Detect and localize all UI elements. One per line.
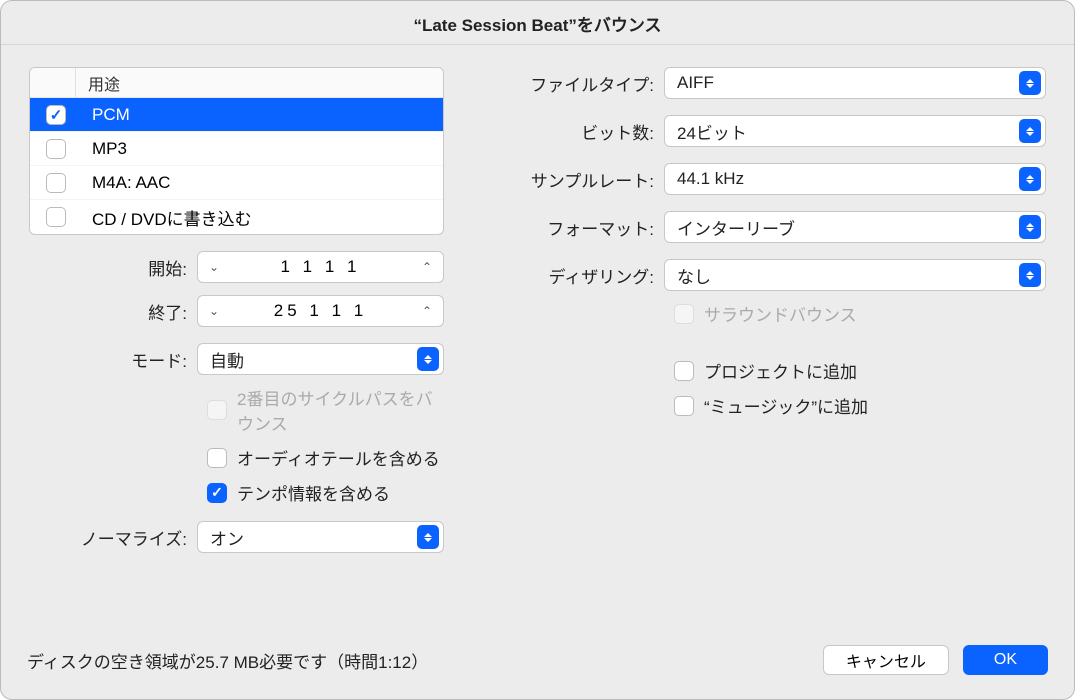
addproj-row: プロジェクトに追加 bbox=[674, 358, 1046, 383]
format-select[interactable]: インターリーブ bbox=[664, 211, 1046, 243]
footer-buttons: キャンセル OK bbox=[823, 645, 1048, 675]
list-row-pcm[interactable]: PCM bbox=[30, 98, 443, 132]
end-field[interactable]: ⌄ 25 1 1 1 ⌃ bbox=[197, 295, 444, 327]
list-label-cddvd: CD / DVDに書き込む bbox=[92, 205, 252, 230]
list-header-label: 用途 bbox=[76, 71, 120, 95]
mode-value: 自動 bbox=[210, 347, 417, 372]
left-column: 用途 PCM MP3 M4A: AAC CD / DVDに書き込む bbox=[29, 67, 444, 645]
bitdepth-label: ビット数: bbox=[488, 119, 664, 144]
checkbox-tail[interactable] bbox=[207, 448, 227, 468]
bitdepth-select[interactable]: 24ビット bbox=[664, 115, 1046, 147]
dither-label: ディザリング: bbox=[488, 263, 664, 288]
checkbox-mp3[interactable] bbox=[46, 139, 66, 159]
chevron-down-icon[interactable]: ⌄ bbox=[206, 304, 222, 318]
status-text: ディスクの空き領域が25.7 MB必要です（時間1:12） bbox=[27, 648, 428, 673]
filetype-value: AIFF bbox=[677, 73, 1019, 93]
addproj-label: プロジェクトに追加 bbox=[704, 358, 857, 383]
samplerate-select[interactable]: 44.1 kHz bbox=[664, 163, 1046, 195]
dialog-footer: ディスクの空き領域が25.7 MB必要です（時間1:12） キャンセル OK bbox=[1, 645, 1074, 699]
checkbox-surround bbox=[674, 304, 694, 324]
checkbox-tempo[interactable] bbox=[207, 483, 227, 503]
end-row: 終了: ⌄ 25 1 1 1 ⌃ bbox=[29, 295, 444, 327]
samplerate-row: サンプルレート: 44.1 kHz bbox=[488, 163, 1046, 195]
filetype-label: ファイルタイプ: bbox=[488, 71, 664, 96]
list-label-mp3: MP3 bbox=[92, 139, 127, 159]
dither-value: なし bbox=[677, 263, 1019, 288]
right-column: ファイルタイプ: AIFF ビット数: 24ビット サンプルレート: 44.1 … bbox=[488, 67, 1046, 645]
bitdepth-value: 24ビット bbox=[677, 119, 1019, 144]
list-row-cddvd[interactable]: CD / DVDに書き込む bbox=[30, 200, 443, 234]
destination-list: 用途 PCM MP3 M4A: AAC CD / DVDに書き込む bbox=[29, 67, 444, 235]
select-caret-icon bbox=[1019, 167, 1041, 191]
mode-select[interactable]: 自動 bbox=[197, 343, 444, 375]
select-caret-icon bbox=[1019, 215, 1041, 239]
ok-button[interactable]: OK bbox=[963, 645, 1048, 675]
filetype-row: ファイルタイプ: AIFF bbox=[488, 67, 1046, 99]
list-row-mp3[interactable]: MP3 bbox=[30, 132, 443, 166]
list-header-spacer bbox=[30, 68, 76, 97]
end-value[interactable]: 25 1 1 1 bbox=[228, 301, 413, 321]
list-label-pcm: PCM bbox=[92, 105, 130, 125]
cycle2-row: 2番目のサイクルパスをバウンス bbox=[207, 385, 444, 435]
tempo-row: テンポ情報を含める bbox=[207, 480, 444, 505]
format-row: フォーマット: インターリーブ bbox=[488, 211, 1046, 243]
format-value: インターリーブ bbox=[677, 215, 1019, 240]
list-header: 用途 bbox=[30, 68, 443, 98]
dither-select[interactable]: なし bbox=[664, 259, 1046, 291]
start-field[interactable]: ⌄ 1 1 1 1 ⌃ bbox=[197, 251, 444, 283]
surround-label: サラウンドバウンス bbox=[704, 301, 857, 326]
list-row-m4a[interactable]: M4A: AAC bbox=[30, 166, 443, 200]
end-label: 終了: bbox=[29, 299, 197, 324]
start-row: 開始: ⌄ 1 1 1 1 ⌃ bbox=[29, 251, 444, 283]
select-caret-icon bbox=[417, 525, 439, 549]
filetype-select[interactable]: AIFF bbox=[664, 67, 1046, 99]
tempo-label: テンポ情報を含める bbox=[237, 480, 390, 505]
dither-row: ディザリング: なし bbox=[488, 259, 1046, 291]
normalize-row: ノーマライズ: オン bbox=[29, 521, 444, 553]
bounce-dialog: “Late Session Beat”をバウンス 用途 PCM MP3 bbox=[0, 0, 1075, 700]
checkbox-addproj[interactable] bbox=[674, 361, 694, 381]
chevron-up-icon[interactable]: ⌃ bbox=[419, 260, 435, 274]
chevron-down-icon[interactable]: ⌄ bbox=[206, 260, 222, 274]
addmusic-row: “ミュージック”に追加 bbox=[674, 393, 1046, 418]
normalize-select[interactable]: オン bbox=[197, 521, 444, 553]
bitdepth-row: ビット数: 24ビット bbox=[488, 115, 1046, 147]
mode-row: モード: 自動 bbox=[29, 343, 444, 375]
checkbox-addmusic[interactable] bbox=[674, 396, 694, 416]
start-label: 開始: bbox=[29, 255, 197, 280]
checkbox-cddvd[interactable] bbox=[46, 207, 66, 227]
checkbox-pcm[interactable] bbox=[46, 105, 66, 125]
list-label-m4a: M4A: AAC bbox=[92, 173, 170, 193]
select-caret-icon bbox=[1019, 71, 1041, 95]
checkbox-m4a[interactable] bbox=[46, 173, 66, 193]
surround-row: サラウンドバウンス bbox=[674, 301, 1046, 326]
checkbox-cycle2 bbox=[207, 400, 227, 420]
cycle2-label: 2番目のサイクルパスをバウンス bbox=[237, 385, 444, 435]
samplerate-label: サンプルレート: bbox=[488, 167, 664, 192]
addmusic-label: “ミュージック”に追加 bbox=[704, 393, 868, 418]
select-caret-icon bbox=[1019, 119, 1041, 143]
select-caret-icon bbox=[417, 347, 439, 371]
tail-row: オーディオテールを含める bbox=[207, 445, 444, 470]
samplerate-value: 44.1 kHz bbox=[677, 169, 1019, 189]
normalize-label: ノーマライズ: bbox=[29, 525, 197, 550]
start-value[interactable]: 1 1 1 1 bbox=[228, 257, 413, 277]
dialog-title: “Late Session Beat”をバウンス bbox=[1, 1, 1074, 45]
dialog-content: 用途 PCM MP3 M4A: AAC CD / DVDに書き込む bbox=[1, 45, 1074, 645]
normalize-value: オン bbox=[210, 525, 417, 550]
select-caret-icon bbox=[1019, 263, 1041, 287]
tail-label: オーディオテールを含める bbox=[237, 445, 440, 470]
format-label: フォーマット: bbox=[488, 215, 664, 240]
mode-label: モード: bbox=[29, 347, 197, 372]
cancel-button[interactable]: キャンセル bbox=[823, 645, 949, 675]
chevron-up-icon[interactable]: ⌃ bbox=[419, 304, 435, 318]
